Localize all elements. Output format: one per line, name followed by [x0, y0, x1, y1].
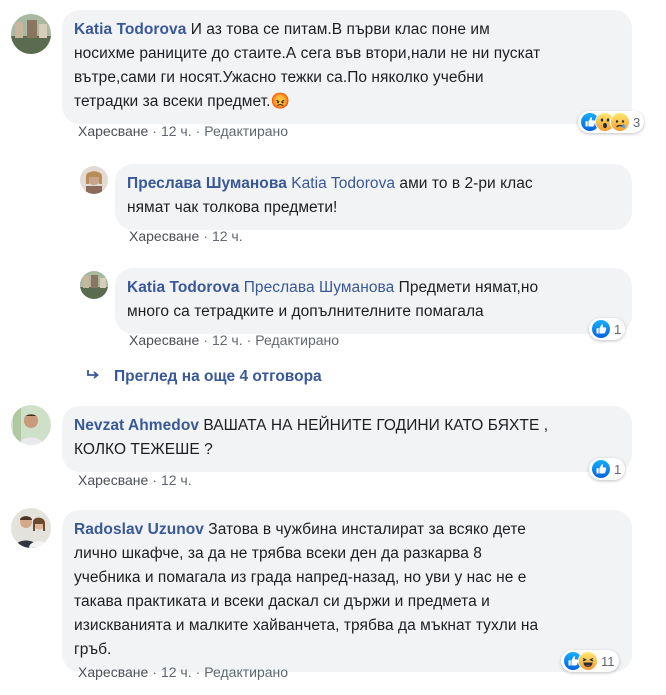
- like-link[interactable]: Харесване: [78, 472, 148, 488]
- avatar[interactable]: [11, 508, 51, 548]
- view-more-replies-label[interactable]: Преглед на още 4 отговора: [114, 368, 322, 385]
- comment-actions: Харесване · 12 ч. · Редактирано: [78, 123, 289, 139]
- haha-icon: [578, 651, 598, 671]
- comment-text: изискванията и малките хайванчета, трябв…: [74, 617, 539, 634]
- like-link[interactable]: Харесване: [129, 332, 199, 348]
- author-name[interactable]: Katia Todorova: [74, 21, 186, 38]
- reaction-count: 11: [601, 653, 615, 669]
- timestamp[interactable]: 12 ч.: [161, 123, 192, 139]
- like-icon: [591, 319, 611, 339]
- comment-text: гръб.: [74, 641, 112, 658]
- comment-text: нямат чак толкова предмети!: [127, 199, 338, 216]
- comment-actions: Харесване · 12 ч. · Редактирано: [78, 664, 289, 680]
- comment-bubble: Radoslav Uzunov Затова в чужбина инстали…: [62, 510, 632, 672]
- timestamp[interactable]: 12 ч.: [161, 472, 192, 488]
- sad-icon: [610, 112, 630, 132]
- comment-bubble: Nevzat Ahmedov ВАШАТА НА НЕЙНИТЕ ГОДИНИ …: [62, 406, 632, 472]
- comment-text: ВАШАТА НА НЕЙНИТЕ ГОДИНИ КАТО БЯХТЕ ,: [199, 417, 549, 434]
- author-name[interactable]: Преслава Шуманова: [127, 175, 287, 192]
- reaction-count: 1: [614, 321, 622, 337]
- comment-text: Предмети нямат,но: [394, 279, 539, 296]
- comment-text: вътре,сами ги носят.Ужасно тежки са.По н…: [74, 69, 484, 86]
- mention-link[interactable]: Преслава Шуманова: [244, 279, 395, 296]
- comment-text: И аз това се питам.В първи клас поне им: [190, 21, 490, 38]
- reaction-count: 3: [633, 114, 641, 130]
- author-name[interactable]: Nevzat Ahmedov: [74, 417, 199, 434]
- avatar[interactable]: [80, 271, 108, 299]
- comment-text: учебника и помагала из града напред-наза…: [74, 569, 527, 586]
- reaction-summary[interactable]: 1: [589, 318, 626, 340]
- comment-bubble: Преслава Шуманова Katia Todorova ами то …: [115, 164, 632, 230]
- like-link[interactable]: Харесване: [78, 664, 148, 680]
- comment-actions: Харесване · 12 ч.: [129, 228, 243, 244]
- avatar[interactable]: [11, 14, 51, 54]
- reaction-count: 1: [614, 461, 622, 477]
- mention-link[interactable]: Katia Todorova: [291, 175, 395, 192]
- comment-actions: Харесване · 12 ч. · Редактирано: [129, 332, 340, 348]
- like-link[interactable]: Харесване: [129, 228, 199, 244]
- timestamp[interactable]: 12 ч.: [212, 332, 243, 348]
- timestamp[interactable]: 12 ч.: [161, 664, 192, 680]
- comment-text: ами то в 2-ри клас: [395, 175, 533, 192]
- reaction-summary[interactable]: 11: [561, 650, 619, 672]
- like-link[interactable]: Харесване: [78, 123, 148, 139]
- comment-bubble: Katia Todorova И аз това се питам.В първ…: [62, 10, 632, 124]
- edited-label[interactable]: Редактирано: [204, 123, 288, 139]
- comment-text: много са тетрадките и допълнителните пом…: [127, 303, 484, 320]
- view-more-replies[interactable]: Преглед на още 4 отговора: [86, 368, 322, 386]
- comment-text: тетрадки за всеки предмет.😡: [74, 93, 290, 110]
- comment-text: КОЛКО ТЕЖЕШЕ ?: [74, 441, 213, 458]
- comment-actions: Харесване · 12 ч.: [78, 472, 192, 488]
- avatar[interactable]: [80, 166, 108, 194]
- reply-arrow-icon: [86, 368, 100, 386]
- comment-text: такава практиката и всеки даскал си държ…: [74, 593, 490, 610]
- reaction-summary[interactable]: 1: [589, 458, 626, 480]
- author-name[interactable]: Katia Todorova: [127, 279, 239, 296]
- comment-text: носихме раниците до стаите.А сега във вт…: [74, 45, 541, 62]
- reaction-summary[interactable]: 3: [578, 111, 645, 133]
- author-name[interactable]: Radoslav Uzunov: [74, 521, 204, 538]
- edited-label[interactable]: Редактирано: [204, 664, 288, 680]
- timestamp[interactable]: 12 ч.: [212, 228, 243, 244]
- edited-label[interactable]: Редактирано: [255, 332, 339, 348]
- comment-text: Затова в чужбина инсталират за всяко дет…: [203, 521, 526, 538]
- like-icon: [591, 459, 611, 479]
- comment-bubble: Katia Todorova Преслава Шуманова Предмет…: [115, 268, 632, 334]
- comment-text: лично шкафче, за да не трябва всеки ден …: [74, 545, 482, 562]
- avatar[interactable]: [11, 405, 51, 445]
